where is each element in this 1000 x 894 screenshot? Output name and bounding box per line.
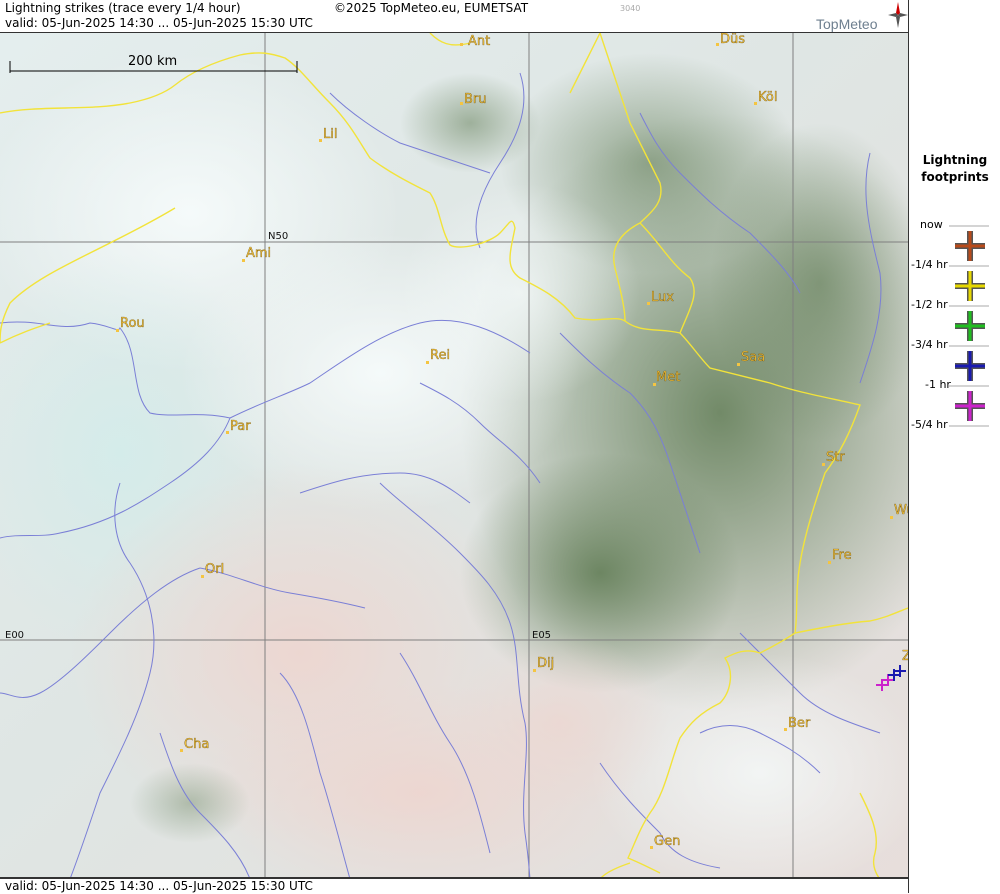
city-lux: Lux	[647, 290, 674, 305]
svg-text:Dij: Dij	[537, 656, 554, 671]
city-dij: Dij	[533, 656, 554, 672]
grid-label-e05: E05	[532, 630, 551, 641]
svg-text:Cha: Cha	[184, 737, 209, 752]
compass-icon	[888, 2, 908, 28]
city-saa: Saa	[737, 350, 765, 366]
svg-text:Gen: Gen	[654, 834, 680, 849]
logo-text: TopMeteo	[816, 16, 878, 32]
legend-label-quarter: -1/4 hr	[911, 258, 948, 271]
svg-text:Bru: Bru	[464, 92, 487, 107]
legend-label-now: now	[920, 218, 943, 231]
svg-text:Wü: Wü	[894, 503, 908, 518]
svg-text:Saa: Saa	[741, 350, 765, 365]
legend-label-five-quarter: -5/4 hr	[911, 418, 948, 431]
legend-marker-five-quarter	[955, 391, 985, 421]
svg-text:Par: Par	[230, 419, 251, 434]
legend-marker-half	[955, 271, 985, 301]
legend-title-line2: footprints	[921, 170, 989, 184]
scale-label: 200 km	[128, 54, 177, 69]
svg-text:Köl: Köl	[758, 90, 777, 105]
topmeteo-logo[interactable]: TopMeteo	[814, 2, 908, 32]
city-bru: Bru	[460, 92, 487, 107]
svg-text:Lil: Lil	[323, 127, 337, 142]
city-fre: Fre	[828, 548, 852, 564]
svg-text:Ber: Ber	[788, 716, 811, 731]
city-dus: Düs	[716, 33, 745, 47]
satellite-imagery	[0, 33, 908, 877]
satellite-map[interactable]: N50 E00 E05 200 km Ant Düs Bru Köl Lil A…	[0, 32, 908, 878]
svg-text:Düs: Düs	[720, 33, 745, 47]
city-ber: Ber	[784, 716, 811, 731]
legend-label-three-quarter: -3/4 hr	[911, 338, 948, 351]
city-kol: Köl	[754, 90, 778, 105]
legend-label-half: -1/2 hr	[911, 298, 948, 311]
product-code: 3040	[620, 4, 641, 13]
city-str: Str	[822, 450, 846, 466]
svg-text:Lux: Lux	[651, 290, 674, 305]
footer: valid: 05-Jun-2025 14:30 ... 05-Jun-2025…	[0, 878, 908, 894]
svg-text:Rou: Rou	[120, 316, 145, 331]
legend-label-one: -1 hr	[925, 378, 951, 391]
svg-text:Ami: Ami	[246, 246, 271, 261]
legend-title-line1: Lightning	[922, 153, 988, 167]
city-ami: Ami	[242, 246, 271, 262]
city-cha: Cha	[180, 737, 209, 752]
valid-time-top: valid: 05-Jun-2025 14:30 ... 05-Jun-2025…	[5, 16, 313, 30]
city-rei: Rei	[426, 348, 450, 364]
svg-text:Fre: Fre	[832, 548, 852, 563]
svg-text:Str: Str	[826, 450, 845, 465]
svg-text:Ant: Ant	[468, 34, 490, 49]
header: Lightning strikes (trace every 1/4 hour)…	[0, 0, 908, 32]
legend-marker-quarter	[955, 231, 985, 261]
map-title: Lightning strikes (trace every 1/4 hour)	[5, 1, 241, 15]
city-gen: Gen	[650, 834, 680, 849]
svg-text:Met: Met	[656, 370, 680, 385]
city-met: Met	[653, 370, 680, 386]
legend-marker-three-quarter	[955, 311, 985, 341]
legend-marker-one	[955, 351, 985, 381]
valid-time-bottom: valid: 05-Jun-2025 14:30 ... 05-Jun-2025…	[5, 879, 313, 893]
city-par: Par	[226, 419, 251, 434]
copyright-text: ©2025 TopMeteo.eu, EUMETSAT	[334, 1, 529, 15]
city-rou: Rou	[116, 316, 145, 332]
city-orl: Orl	[201, 562, 224, 578]
svg-text:Rei: Rei	[430, 348, 450, 363]
legend-panel: Lightning footprints now -1/4 hr -1/2 hr…	[908, 0, 1000, 893]
svg-text:Orl: Orl	[205, 562, 224, 577]
grid-label-n50: N50	[268, 231, 288, 242]
grid-label-e00: E00	[5, 630, 24, 641]
